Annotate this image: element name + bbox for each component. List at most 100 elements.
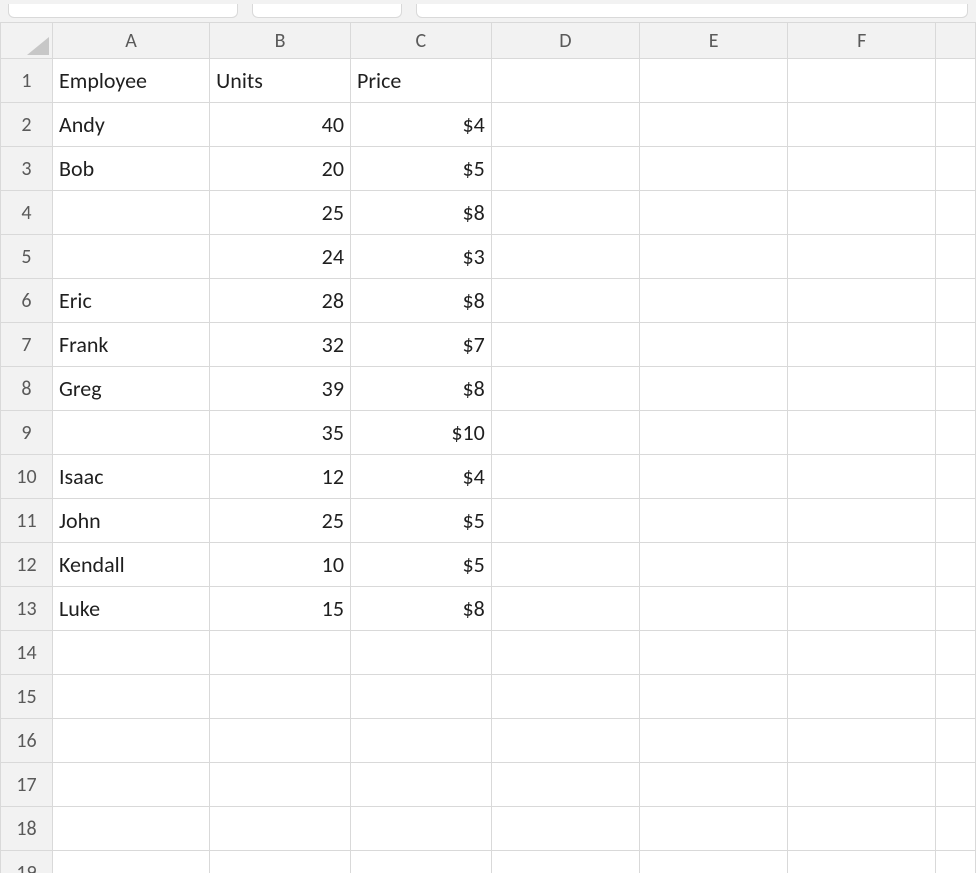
cell-F12[interactable]: [788, 543, 936, 587]
row-header-8[interactable]: 8: [1, 367, 53, 411]
spreadsheet-grid[interactable]: A B C D E F 1EmployeeUnitsPrice2Andy40$4…: [0, 22, 976, 873]
row-header-10[interactable]: 10: [1, 455, 53, 499]
row-header-13[interactable]: 13: [1, 587, 53, 631]
row-header-5[interactable]: 5: [1, 235, 53, 279]
cell-D3[interactable]: [491, 147, 639, 191]
cell-E13[interactable]: [639, 587, 787, 631]
cell-B3[interactable]: 20: [210, 147, 351, 191]
cell-D5[interactable]: [491, 235, 639, 279]
cell-B10[interactable]: 12: [210, 455, 351, 499]
cell-F16[interactable]: [788, 719, 936, 763]
row-header-7[interactable]: 7: [1, 323, 53, 367]
cell-F3[interactable]: [788, 147, 936, 191]
name-box[interactable]: [8, 4, 238, 18]
cell-D13[interactable]: [491, 587, 639, 631]
col-header-E[interactable]: E: [639, 23, 787, 59]
cell-E6[interactable]: [639, 279, 787, 323]
cell-D18[interactable]: [491, 807, 639, 851]
cell-E3[interactable]: [639, 147, 787, 191]
cell-E8[interactable]: [639, 367, 787, 411]
formula-bar[interactable]: [416, 4, 968, 18]
row-header-6[interactable]: 6: [1, 279, 53, 323]
cell-A15[interactable]: [53, 675, 210, 719]
cell-C16[interactable]: [350, 719, 491, 763]
col-header-D[interactable]: D: [491, 23, 639, 59]
cell-D6[interactable]: [491, 279, 639, 323]
cell-E14[interactable]: [639, 631, 787, 675]
cell-D11[interactable]: [491, 499, 639, 543]
cell-C18[interactable]: [350, 807, 491, 851]
cell-C5[interactable]: $3: [350, 235, 491, 279]
cell-C12[interactable]: $5: [350, 543, 491, 587]
cell-F2[interactable]: [788, 103, 936, 147]
cell-D4[interactable]: [491, 191, 639, 235]
cell-E12[interactable]: [639, 543, 787, 587]
cell-E2[interactable]: [639, 103, 787, 147]
cell-F18[interactable]: [788, 807, 936, 851]
cell-D7[interactable]: [491, 323, 639, 367]
cell-B19[interactable]: [210, 851, 351, 873]
cell-F17[interactable]: [788, 763, 936, 807]
row-header-4[interactable]: 4: [1, 191, 53, 235]
cell-A13[interactable]: Luke: [53, 587, 210, 631]
cell-A1[interactable]: Employee: [53, 59, 210, 103]
row-header-3[interactable]: 3: [1, 147, 53, 191]
row-header-17[interactable]: 17: [1, 763, 53, 807]
cell-E15[interactable]: [639, 675, 787, 719]
cell-B4[interactable]: 25: [210, 191, 351, 235]
cell-B9[interactable]: 35: [210, 411, 351, 455]
row-header-2[interactable]: 2: [1, 103, 53, 147]
cell-C4[interactable]: $8: [350, 191, 491, 235]
cell-C3[interactable]: $5: [350, 147, 491, 191]
col-header-B[interactable]: B: [210, 23, 351, 59]
cell-E17[interactable]: [639, 763, 787, 807]
row-header-15[interactable]: 15: [1, 675, 53, 719]
row-header-18[interactable]: 18: [1, 807, 53, 851]
cell-B15[interactable]: [210, 675, 351, 719]
cell-D16[interactable]: [491, 719, 639, 763]
cell-F5[interactable]: [788, 235, 936, 279]
row-header-11[interactable]: 11: [1, 499, 53, 543]
cell-F13[interactable]: [788, 587, 936, 631]
cell-A11[interactable]: John: [53, 499, 210, 543]
cell-D19[interactable]: [491, 851, 639, 873]
cell-B8[interactable]: 39: [210, 367, 351, 411]
cell-D10[interactable]: [491, 455, 639, 499]
select-all-corner[interactable]: [1, 23, 53, 59]
col-header-F[interactable]: F: [788, 23, 936, 59]
cell-E5[interactable]: [639, 235, 787, 279]
cell-D2[interactable]: [491, 103, 639, 147]
cell-C11[interactable]: $5: [350, 499, 491, 543]
cell-A2[interactable]: Andy: [53, 103, 210, 147]
cell-D15[interactable]: [491, 675, 639, 719]
cell-C1[interactable]: Price: [350, 59, 491, 103]
cell-D14[interactable]: [491, 631, 639, 675]
cell-A4[interactable]: [53, 191, 210, 235]
cell-C19[interactable]: [350, 851, 491, 873]
cell-E10[interactable]: [639, 455, 787, 499]
cell-F4[interactable]: [788, 191, 936, 235]
cell-A8[interactable]: Greg: [53, 367, 210, 411]
cell-B13[interactable]: 15: [210, 587, 351, 631]
cell-A3[interactable]: Bob: [53, 147, 210, 191]
cell-A14[interactable]: [53, 631, 210, 675]
cell-D12[interactable]: [491, 543, 639, 587]
row-header-9[interactable]: 9: [1, 411, 53, 455]
cell-C14[interactable]: [350, 631, 491, 675]
cell-C9[interactable]: $10: [350, 411, 491, 455]
cell-F7[interactable]: [788, 323, 936, 367]
cell-B6[interactable]: 28: [210, 279, 351, 323]
row-header-12[interactable]: 12: [1, 543, 53, 587]
cell-C10[interactable]: $4: [350, 455, 491, 499]
row-header-14[interactable]: 14: [1, 631, 53, 675]
cell-B18[interactable]: [210, 807, 351, 851]
cell-F11[interactable]: [788, 499, 936, 543]
cell-D9[interactable]: [491, 411, 639, 455]
cell-B1[interactable]: Units: [210, 59, 351, 103]
cell-E18[interactable]: [639, 807, 787, 851]
cell-C6[interactable]: $8: [350, 279, 491, 323]
cell-F1[interactable]: [788, 59, 936, 103]
cell-A7[interactable]: Frank: [53, 323, 210, 367]
cell-B7[interactable]: 32: [210, 323, 351, 367]
row-header-1[interactable]: 1: [1, 59, 53, 103]
